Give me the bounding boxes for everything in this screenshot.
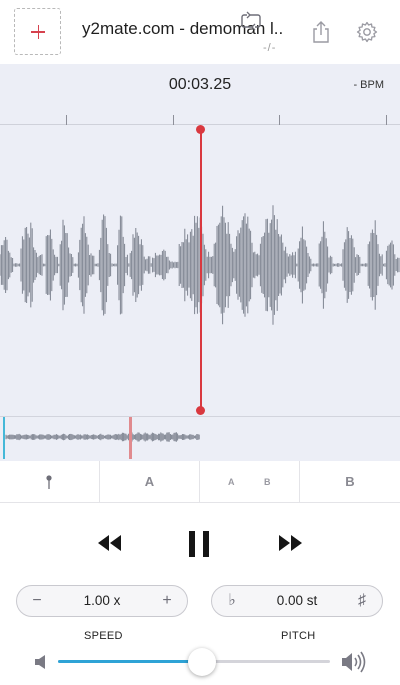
ab-loop-button[interactable]: A B — [200, 461, 300, 503]
pitch-stepper: ♭ 0.00 st ♯ — [211, 585, 383, 617]
speed-stepper: − 1.00 x + — [16, 585, 188, 617]
pitch-label: PITCH — [281, 630, 316, 642]
speed-label: SPEED — [84, 630, 123, 642]
fast-forward-icon[interactable] — [278, 533, 304, 553]
loop-bar: A A B B — [0, 461, 400, 503]
gear-icon[interactable] — [356, 21, 378, 43]
set-a-label: A — [144, 474, 155, 489]
ab-a-label: A — [228, 477, 235, 487]
header-bar: y2mate.com - demoman l... -/- — [0, 0, 400, 64]
ruler-tick — [279, 115, 280, 125]
pause-icon[interactable] — [186, 529, 212, 559]
rewind-icon[interactable] — [96, 533, 122, 553]
ruler-tick — [66, 115, 67, 125]
speed-increase-button[interactable]: + — [157, 586, 177, 616]
set-b-button[interactable]: B — [300, 461, 400, 503]
track-artist: -/- — [263, 42, 277, 54]
volume-slider-thumb[interactable] — [188, 648, 217, 676]
overview-waveform[interactable] — [0, 420, 400, 458]
overview-divider — [0, 416, 400, 417]
add-file-button[interactable] — [14, 8, 61, 55]
ab-b-label: B — [264, 477, 271, 487]
transport-controls — [0, 520, 400, 568]
loop-icon — [241, 11, 261, 31]
share-icon[interactable] — [310, 20, 332, 44]
bpm-readout[interactable]: - BPM — [353, 79, 384, 91]
ruler-tick — [386, 115, 387, 125]
speed-value[interactable]: 1.00 x — [51, 586, 153, 616]
pin-icon — [46, 475, 52, 489]
set-b-label: B — [345, 474, 355, 489]
set-a-button[interactable]: A — [100, 461, 200, 503]
current-time: 00:03.25 — [168, 76, 232, 93]
marker-button[interactable] — [0, 461, 100, 503]
pitch-increase-button[interactable]: ♯ — [352, 586, 372, 616]
playhead[interactable] — [200, 129, 202, 411]
pitch-value[interactable]: 0.00 st — [246, 586, 348, 616]
overview-position-marker[interactable] — [129, 417, 132, 459]
volume-high-icon[interactable] — [341, 651, 367, 673]
playhead-handle-bottom[interactable] — [196, 406, 205, 415]
pitch-decrease-button[interactable]: ♭ — [222, 586, 242, 616]
volume-low-icon[interactable] — [34, 654, 48, 670]
overview-waveform-bars — [5, 432, 200, 442]
volume-fill — [58, 660, 203, 663]
overview-start-marker — [3, 417, 5, 459]
playhead-handle-top[interactable] — [196, 125, 205, 134]
ruler-tick — [173, 115, 174, 125]
speed-decrease-button[interactable]: − — [27, 586, 47, 616]
